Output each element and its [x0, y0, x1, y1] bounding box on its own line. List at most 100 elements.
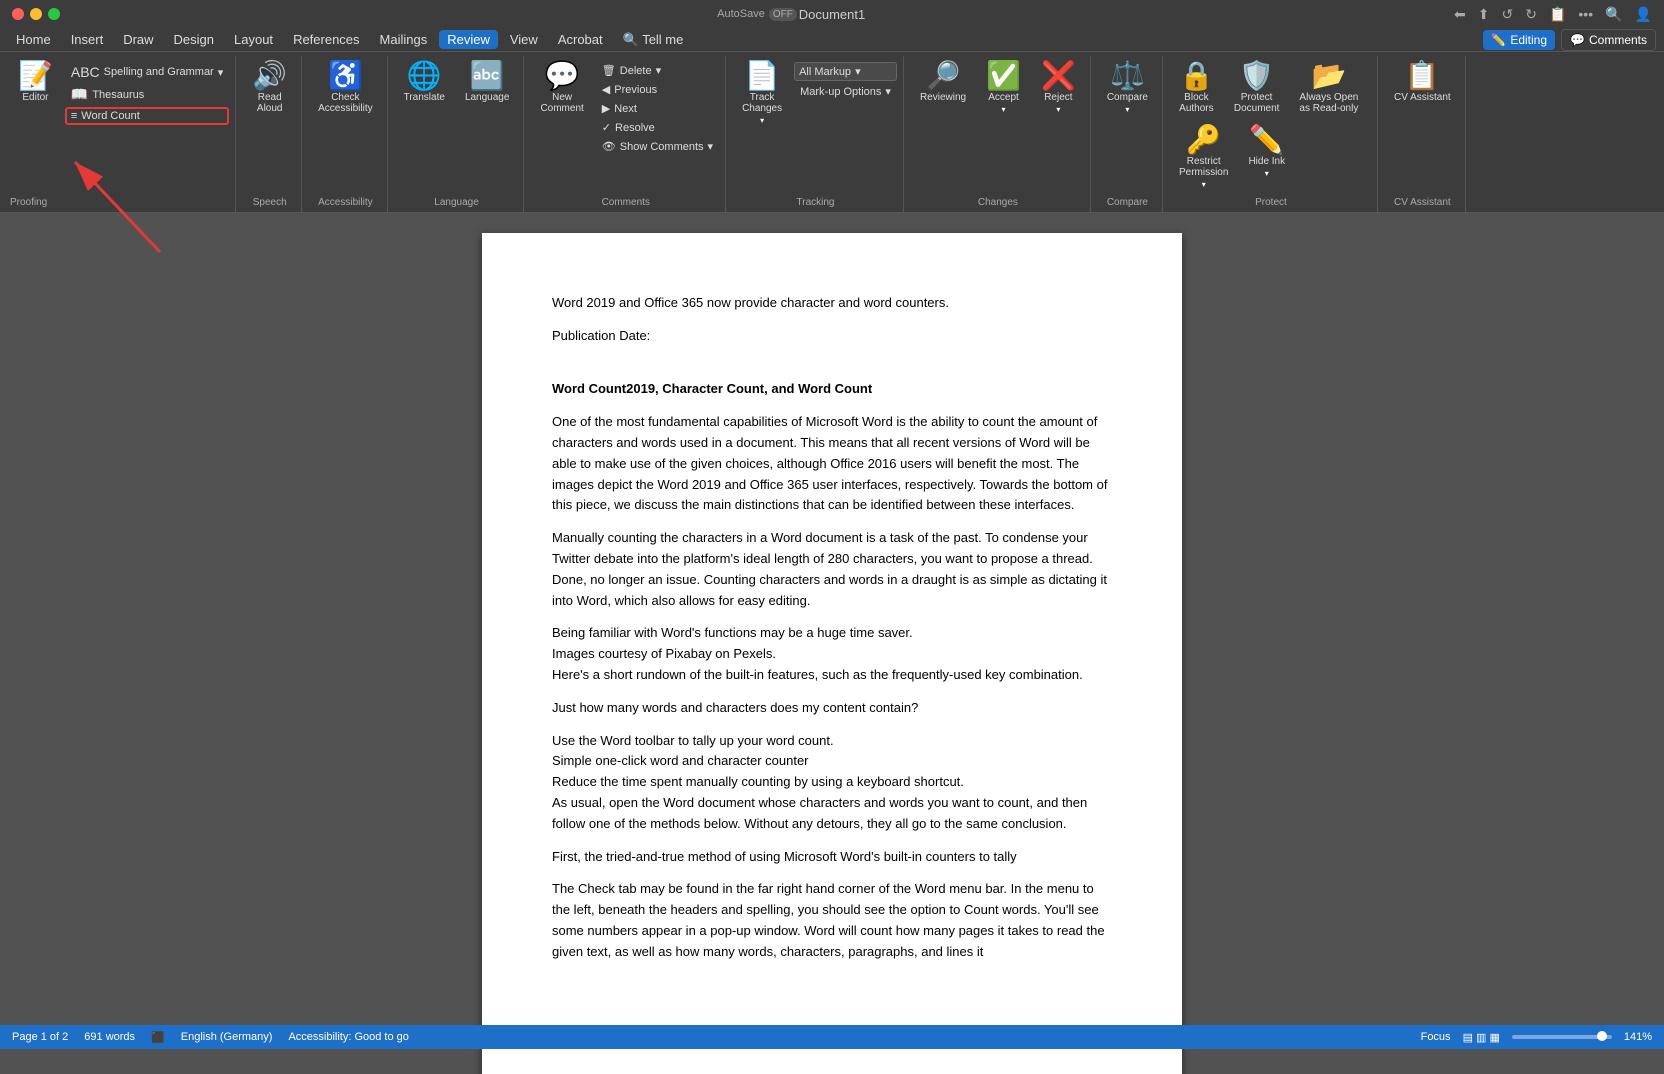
ribbon-group-accessibility: ♿ CheckAccessibility Accessibility: [304, 56, 387, 212]
home-icon[interactable]: ⬆: [1478, 6, 1490, 23]
accessibility-group-label: Accessibility: [318, 195, 372, 208]
resolve-comment-button[interactable]: ✓ Resolve: [596, 119, 719, 136]
ribbon-group-changes: 🔎 Reviewing ✅ Accept ▾ ❌ Reject ▾ Change…: [906, 56, 1091, 212]
delete-comment-button[interactable]: 🗑 Delete ▾: [596, 62, 719, 79]
show-comments-button[interactable]: 👁 Show Comments ▾: [596, 138, 719, 155]
back-icon[interactable]: ⬅: [1454, 6, 1466, 23]
check-accessibility-button[interactable]: ♿ CheckAccessibility: [310, 58, 380, 118]
language-group-label: Language: [434, 195, 479, 208]
toolbar-icons: ⬅ ⬆ ↺ ↻ 📋 ••• 🔍 👤: [1454, 6, 1652, 23]
previous-comment-button[interactable]: ◀ Previous: [596, 81, 719, 98]
show-comments-icon: 👁: [602, 140, 616, 153]
thesaurus-button[interactable]: 📖 Thesaurus: [65, 84, 229, 105]
menu-bar: Home Insert Draw Design Layout Reference…: [0, 28, 1664, 52]
word-count-button[interactable]: ≡ Word Count: [65, 107, 229, 125]
view-icon[interactable]: 📋: [1549, 6, 1566, 23]
editor-button[interactable]: 📝 Editor: [10, 58, 61, 107]
ribbon-group-compare: ⚖️ Compare ▾ Compare: [1093, 56, 1163, 212]
menu-mailings[interactable]: Mailings: [372, 30, 436, 49]
autosave-state[interactable]: OFF: [769, 8, 797, 21]
ribbon-group-cv-assistant: 📋 CV Assistant CV Assistant: [1380, 56, 1466, 212]
compare-group-label: Compare: [1107, 195, 1148, 208]
search-icon[interactable]: 🔍: [1605, 6, 1622, 23]
compare-label: Compare: [1107, 92, 1148, 103]
accessibility-status: Accessibility: Good to go: [288, 1031, 408, 1043]
always-open-label: Always Openas Read-only: [1299, 92, 1358, 114]
share-icon[interactable]: 👤: [1635, 6, 1652, 23]
new-comment-button[interactable]: 💬 NewComment: [532, 58, 591, 118]
menu-tell-me[interactable]: 🔍 Tell me: [615, 30, 692, 50]
accept-icon: ✅: [986, 62, 1021, 90]
document-page[interactable]: Word 2019 and Office 365 now provide cha…: [482, 233, 1182, 1074]
maximize-button[interactable]: [48, 8, 60, 20]
cv-assistant-icon: 📋: [1405, 62, 1440, 90]
menu-layout[interactable]: Layout: [226, 30, 281, 49]
spelling-grammar-button[interactable]: ABC Spelling and Grammar ▾: [65, 62, 229, 82]
reviewing-button[interactable]: 🔎 Reviewing: [912, 58, 974, 118]
block-authors-button[interactable]: 🔒 BlockAuthors: [1171, 58, 1222, 118]
menu-home[interactable]: Home: [8, 30, 59, 49]
restrict-permission-button[interactable]: 🔑 RestrictPermission ▾: [1171, 122, 1236, 193]
resolve-label: Resolve: [615, 122, 655, 134]
menu-design[interactable]: Design: [166, 30, 222, 49]
block-authors-icon: 🔒: [1179, 62, 1214, 90]
minimize-button[interactable]: [30, 8, 42, 20]
track-changes-button[interactable]: 📄 TrackChanges ▾: [734, 58, 790, 129]
menu-draw[interactable]: Draw: [115, 30, 161, 49]
word-count-icon-status: ⬛: [151, 1031, 165, 1044]
new-comment-label: NewComment: [540, 92, 583, 114]
more-icon[interactable]: •••: [1578, 6, 1593, 23]
word-count-icon: ≡: [71, 110, 77, 122]
language-button[interactable]: 🔤 Language: [457, 58, 518, 107]
autosave-toggle[interactable]: AutoSave OFF: [717, 8, 797, 21]
menu-view[interactable]: View: [502, 30, 546, 49]
comments-icon: 💬: [1570, 33, 1585, 47]
reject-button[interactable]: ❌ Reject ▾: [1033, 58, 1084, 118]
redo-icon[interactable]: ↻: [1525, 6, 1537, 23]
always-open-icon: 📂: [1311, 62, 1346, 90]
tracking-group-label: Tracking: [797, 195, 835, 208]
compare-icon: ⚖️: [1110, 62, 1145, 90]
speech-group-label: Speech: [253, 195, 287, 208]
ribbon: 📝 Editor ABC Spelling and Grammar ▾ 📖 Th…: [0, 52, 1664, 213]
comments-button[interactable]: 💬 Comments: [1561, 29, 1656, 51]
spelling-icon: ABC: [71, 64, 100, 80]
page-info: Page 1 of 2: [12, 1031, 68, 1043]
next-comment-button[interactable]: ▶ Next: [596, 100, 719, 117]
track-changes-icon: 📄: [745, 62, 780, 90]
always-open-button[interactable]: 📂 Always Openas Read-only: [1291, 58, 1366, 118]
traffic-lights: [12, 8, 60, 20]
language-label: Language: [465, 92, 510, 103]
focus-button[interactable]: Focus: [1421, 1031, 1451, 1043]
editing-button[interactable]: ✏️ Editing: [1483, 30, 1555, 50]
menu-review[interactable]: Review: [439, 30, 498, 49]
doc-para-2: Publication Date:: [552, 326, 1112, 347]
thesaurus-icon: 📖: [71, 86, 88, 103]
doc-para-3: One of the most fundamental capabilities…: [552, 412, 1112, 516]
protect-document-label: ProtectDocument: [1234, 92, 1280, 114]
status-bar: Page 1 of 2 691 words ⬛ English (Germany…: [0, 1025, 1664, 1049]
ribbon-group-protect: 🔒 BlockAuthors 🛡️ ProtectDocument 📂 Alwa…: [1165, 56, 1378, 212]
markup-options-button[interactable]: Mark-up Options ▾: [794, 83, 897, 100]
cv-assistant-button[interactable]: 📋 CV Assistant: [1386, 58, 1459, 107]
doc-para-4: Manually counting the characters in a Wo…: [552, 528, 1112, 611]
doc-para-9: The Check tab may be found in the far ri…: [552, 879, 1112, 962]
zoom-slider[interactable]: [1512, 1035, 1612, 1039]
translate-button[interactable]: 🌐 Translate: [396, 58, 453, 107]
menu-insert[interactable]: Insert: [63, 30, 112, 49]
menu-references[interactable]: References: [285, 30, 367, 49]
compare-button[interactable]: ⚖️ Compare ▾: [1099, 58, 1156, 118]
protect-group-label: Protect: [1255, 195, 1287, 208]
resolve-icon: ✓: [602, 121, 611, 134]
all-markup-dropdown[interactable]: All Markup ▾: [794, 62, 897, 81]
hide-ink-button[interactable]: ✏️ Hide Ink ▾: [1240, 122, 1293, 182]
close-button[interactable]: [12, 8, 24, 20]
translate-icon: 🌐: [407, 62, 442, 90]
menu-acrobat[interactable]: Acrobat: [550, 30, 611, 49]
ribbon-group-comments: 💬 NewComment 🗑 Delete ▾ ◀ Previous ▶ Nex…: [526, 56, 726, 212]
read-aloud-button[interactable]: 🔊 ReadAloud: [244, 58, 295, 118]
protect-document-button[interactable]: 🛡️ ProtectDocument: [1226, 58, 1288, 118]
restrict-permission-icon: 🔑: [1186, 126, 1221, 154]
accept-button[interactable]: ✅ Accept ▾: [978, 58, 1029, 118]
undo-icon[interactable]: ↺: [1501, 6, 1513, 23]
